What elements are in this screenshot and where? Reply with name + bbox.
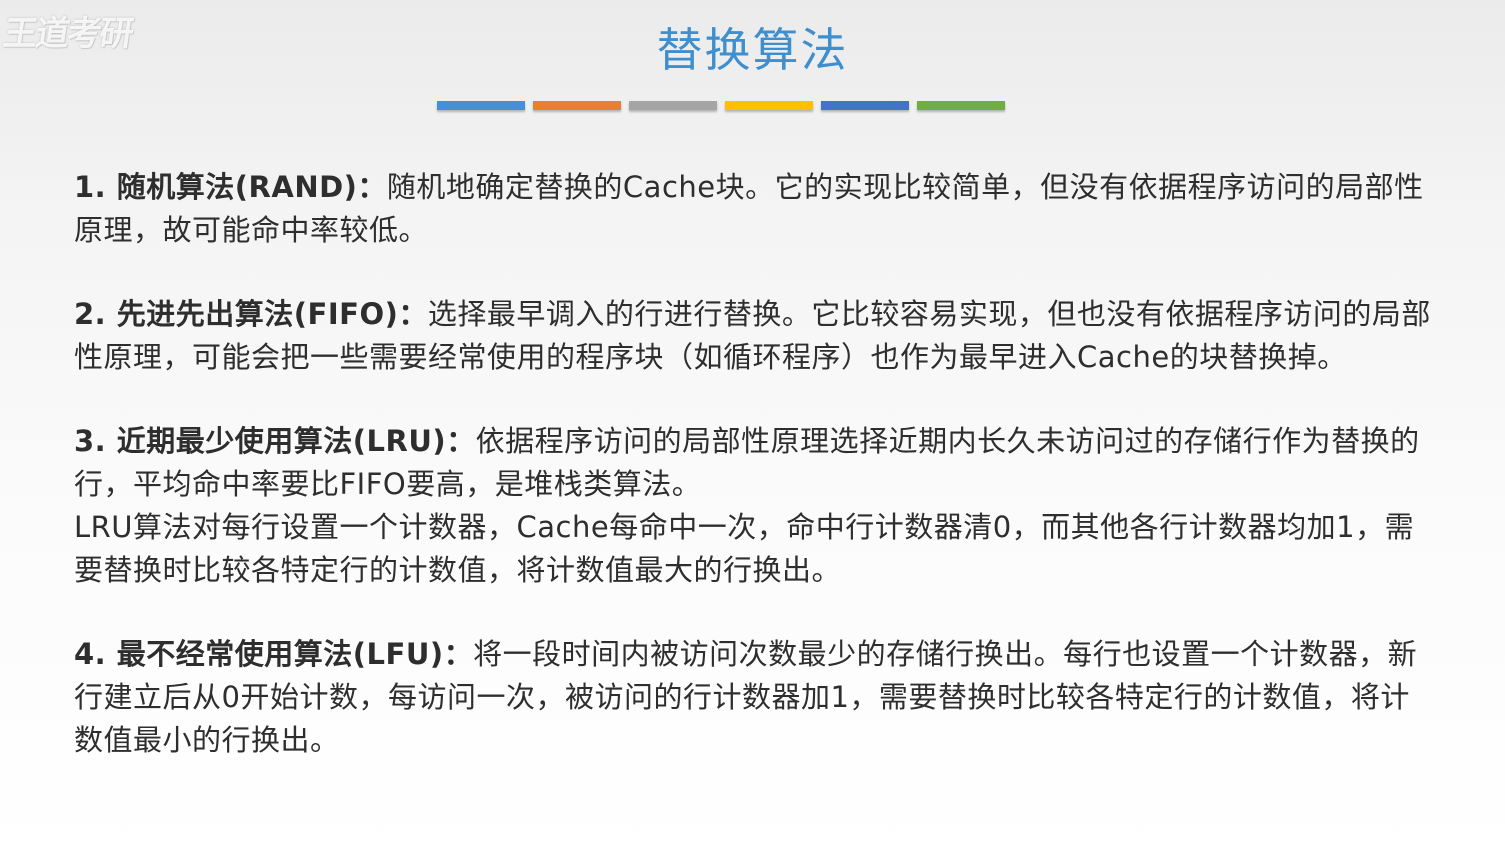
color-bar-orange: [533, 101, 621, 110]
paragraph-rand: 1. 随机算法(RAND)：随机地确定替换的Cache块。它的实现比较简单，但没…: [74, 166, 1434, 252]
decorative-color-bars: [437, 101, 1005, 110]
heading-lru: 3. 近期最少使用算法(LRU)：: [74, 424, 476, 458]
color-bar-blue: [437, 101, 525, 110]
color-bar-green: [917, 101, 1005, 110]
color-bar-yellow: [725, 101, 813, 110]
paragraph-lfu: 4. 最不经常使用算法(LFU)：将一段时间内被访问次数最少的存储行换出。每行也…: [74, 633, 1434, 762]
page-title: 替换算法: [656, 23, 849, 77]
paragraph-lru: 3. 近期最少使用算法(LRU)：依据程序访问的局部性原理选择近期内长久未访问过…: [74, 420, 1434, 506]
heading-lfu: 4. 最不经常使用算法(LFU)：: [74, 637, 474, 671]
paragraph-lru-counter: LRU算法对每行设置一个计数器，Cache每命中一次，命中行计数器清0，而其他各…: [74, 506, 1434, 592]
color-bar-dark-blue: [821, 101, 909, 110]
heading-rand: 1. 随机算法(RAND)：: [74, 170, 387, 204]
color-bar-gray: [629, 101, 717, 110]
algorithm-list: 1. 随机算法(RAND)：随机地确定替换的Cache块。它的实现比较简单，但没…: [74, 166, 1434, 762]
text-lru-counter: LRU算法对每行设置一个计数器，Cache每命中一次，命中行计数器清0，而其他各…: [74, 510, 1415, 587]
heading-fifo: 2. 先进先出算法(FIFO)：: [74, 297, 428, 331]
paragraph-fifo: 2. 先进先出算法(FIFO)：选择最早调入的行进行替换。它比较容易实现，但也没…: [74, 293, 1434, 379]
